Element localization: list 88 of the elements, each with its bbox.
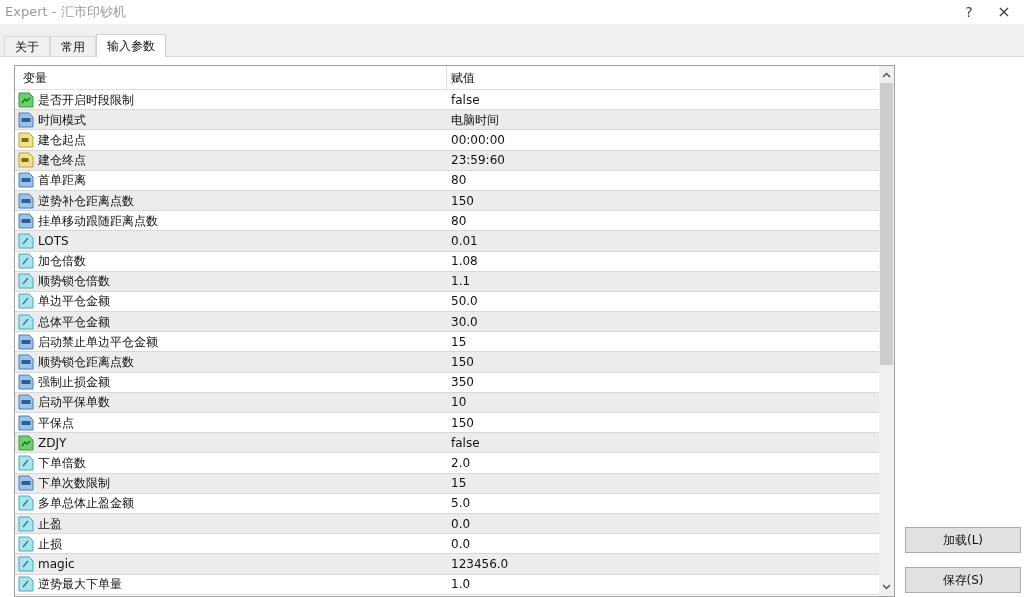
column-header[interactable]: 赋值 bbox=[447, 68, 475, 87]
parameter-value[interactable]: 80 bbox=[447, 171, 467, 190]
number-tag-icon bbox=[18, 212, 34, 229]
parameter-value[interactable]: 50.0 bbox=[447, 292, 478, 311]
parameter-value[interactable]: 30.0 bbox=[447, 312, 478, 331]
parameter-value[interactable]: 150 bbox=[447, 191, 474, 210]
text-tag-icon bbox=[18, 152, 34, 169]
check-tag-icon bbox=[18, 91, 34, 108]
close-button[interactable]: × bbox=[984, 0, 1024, 24]
parameter-name: 顺势锁仓距离点数 bbox=[38, 354, 134, 372]
text-tag-icon bbox=[18, 131, 34, 148]
parameter-name: 止损 bbox=[38, 535, 62, 553]
parameter-name: 多单总体止盈金额 bbox=[38, 495, 134, 513]
fraction-tag-icon bbox=[18, 495, 34, 512]
parameter-name: 首单距离 bbox=[38, 172, 86, 190]
number-tag-icon bbox=[18, 394, 34, 411]
fraction-tag-icon bbox=[18, 515, 34, 532]
parameter-name: 时间模式 bbox=[38, 111, 86, 129]
number-tag-icon bbox=[18, 475, 34, 492]
parameter-name: 单边平仓金额 bbox=[38, 293, 110, 311]
parameter-name: 总体平仓金额 bbox=[38, 313, 110, 331]
parameter-value[interactable]: 1.08 bbox=[447, 252, 478, 271]
parameter-name: 下单倍数 bbox=[38, 454, 86, 472]
parameter-value[interactable]: 23:59:60 bbox=[447, 151, 505, 170]
parameter-name: ZDJY bbox=[38, 434, 67, 452]
parameter-value[interactable]: 123456.0 bbox=[447, 554, 509, 573]
fraction-tag-icon bbox=[18, 293, 34, 310]
parameter-value[interactable]: 350 bbox=[447, 373, 474, 392]
parameter-name: magic bbox=[38, 555, 75, 573]
scroll-down-icon[interactable] bbox=[882, 584, 891, 590]
fraction-tag-icon bbox=[18, 576, 34, 593]
dialog-button[interactable]: 加载(L) bbox=[905, 527, 1021, 553]
scrollbar-thumb[interactable] bbox=[880, 83, 893, 365]
parameter-value[interactable]: 2.0 bbox=[447, 453, 471, 472]
parameter-name: 强制止损金额 bbox=[38, 374, 110, 392]
parameter-name: 是否开启时段限制 bbox=[38, 91, 134, 109]
number-tag-icon bbox=[18, 172, 34, 189]
window-title: Expert - 汇市印钞机 bbox=[4, 3, 127, 22]
fraction-tag-icon bbox=[18, 454, 34, 471]
dialog-button[interactable]: 保存(S) bbox=[905, 567, 1021, 593]
parameter-value[interactable]: 0.01 bbox=[447, 231, 478, 250]
number-tag-icon bbox=[18, 111, 34, 128]
column-header[interactable]: 变量 bbox=[15, 66, 447, 89]
parameter-value[interactable]: 0.0 bbox=[447, 534, 471, 553]
number-tag-icon bbox=[18, 354, 34, 371]
number-tag-icon bbox=[18, 414, 34, 431]
parameter-name: 建仓起点 bbox=[38, 131, 86, 149]
parameter-value[interactable]: 15 bbox=[447, 332, 467, 351]
parameter-name: 止盈 bbox=[38, 515, 62, 533]
parameter-value[interactable]: 00:00:00 bbox=[447, 130, 505, 149]
parameter-name: 平保点 bbox=[38, 414, 74, 432]
parameter-value[interactable]: false bbox=[447, 90, 480, 109]
tab[interactable]: 常用 bbox=[50, 36, 96, 56]
parameter-name: 顺势锁仓倍数 bbox=[38, 273, 110, 291]
parameter-name: 逆势最大下单量 bbox=[38, 576, 122, 594]
parameter-value[interactable]: 15 bbox=[447, 474, 467, 493]
parameter-name: 逆势补仓距离点数 bbox=[38, 192, 134, 210]
number-tag-icon bbox=[18, 333, 34, 350]
number-tag-icon bbox=[18, 374, 34, 391]
fraction-tag-icon bbox=[18, 555, 34, 572]
number-tag-icon bbox=[18, 192, 34, 209]
parameter-value[interactable]: 5.0 bbox=[447, 494, 471, 513]
help-button[interactable]: ? bbox=[954, 1, 984, 23]
check-tag-icon bbox=[18, 434, 34, 451]
parameter-value[interactable]: false bbox=[447, 433, 480, 452]
parameter-value[interactable]: 0.0 bbox=[447, 514, 471, 533]
tab[interactable]: 关于 bbox=[4, 36, 50, 56]
parameter-name: 建仓终点 bbox=[38, 152, 86, 170]
parameter-name: 挂单移动跟随距离点数 bbox=[38, 212, 158, 230]
parameter-value[interactable]: 电脑时间 bbox=[447, 110, 499, 129]
fraction-tag-icon bbox=[18, 535, 34, 552]
fraction-tag-icon bbox=[18, 273, 34, 290]
fraction-tag-icon bbox=[18, 253, 34, 270]
parameter-value[interactable]: 150 bbox=[447, 413, 474, 432]
parameter-name: 启动禁止单边平仓金额 bbox=[38, 333, 158, 351]
scroll-up-icon[interactable] bbox=[882, 72, 891, 78]
tab[interactable]: 输入参数 bbox=[96, 34, 166, 57]
parameter-value[interactable]: 80 bbox=[447, 211, 467, 230]
parameter-name: LOTS bbox=[38, 232, 69, 250]
parameter-name: 下单次数限制 bbox=[38, 475, 110, 493]
parameter-value[interactable]: 10 bbox=[447, 393, 467, 412]
parameter-name: 启动平保单数 bbox=[38, 394, 110, 412]
parameter-value[interactable]: 1.0 bbox=[447, 575, 471, 594]
parameter-value[interactable]: 1.1 bbox=[447, 272, 471, 291]
parameter-name: 加仓倍数 bbox=[38, 253, 86, 271]
parameter-value[interactable]: 150 bbox=[447, 353, 474, 372]
fraction-tag-icon bbox=[18, 313, 34, 330]
fraction-tag-icon bbox=[18, 232, 34, 249]
